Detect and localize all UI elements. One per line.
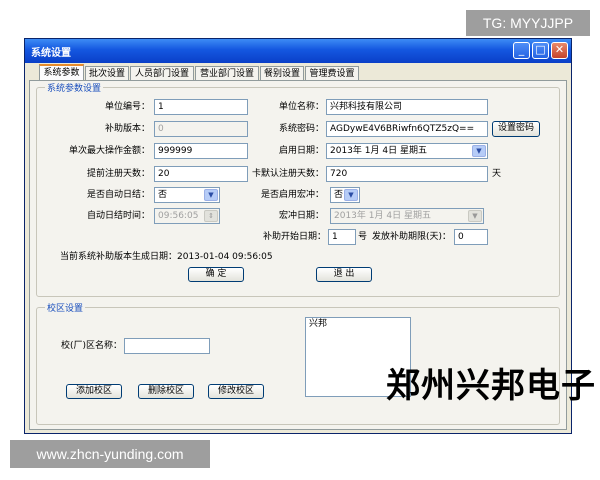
edit-campus-button[interactable]: 修改校区 bbox=[208, 384, 264, 399]
tab-staff-dept[interactable]: 人员部门设置 bbox=[130, 66, 194, 80]
card-days-unit: 天 bbox=[492, 169, 502, 179]
unit-name-label: 单位名称： bbox=[278, 102, 324, 112]
auto-close-value: 否 bbox=[158, 190, 168, 200]
close-button[interactable]: ✕ bbox=[551, 42, 568, 59]
url-overlay: www.zhcn-yunding.com bbox=[10, 440, 210, 468]
maximize-button[interactable]: □ bbox=[532, 42, 549, 59]
auto-close-time-value: 09:56:05 bbox=[158, 211, 199, 221]
system-password-input[interactable]: AGDywE4V6BRiwfn6QTZ5zQ== bbox=[326, 121, 488, 137]
macro-date-label: 宏冲日期： bbox=[278, 211, 324, 221]
auto-close-time-label: 自动日结时间： bbox=[86, 211, 150, 221]
macro-value: 否 bbox=[334, 190, 344, 200]
subsidy-start-unit: 号 bbox=[358, 232, 368, 242]
macro-label: 是否启用宏冲： bbox=[260, 190, 324, 200]
subsidy-start-label: 补助开始日期： bbox=[262, 232, 326, 242]
group-title: 校区设置 bbox=[45, 301, 86, 314]
card-days-label: 卡默认注册天数： bbox=[251, 169, 324, 179]
campus-name-input[interactable] bbox=[124, 338, 210, 354]
generation-date-text: 当前系统补助版本生成日期：2013-01-04 09:56:05 bbox=[60, 252, 273, 262]
window-title: 系统设置 bbox=[31, 48, 71, 59]
card-days-input[interactable]: 720 bbox=[326, 166, 488, 182]
enable-date-picker[interactable]: 2013年 1月 4日 星期五 ▼ bbox=[326, 143, 488, 159]
tab-management-fee[interactable]: 管理费设置 bbox=[305, 66, 359, 80]
subsidy-limit-input[interactable]: 0 bbox=[454, 229, 488, 245]
auto-close-time-input: 09:56:05 ⇕ bbox=[154, 208, 220, 224]
macro-date-picker: 2013年 1月 4日 星期五 ▼ bbox=[330, 208, 484, 224]
subsidy-version-input: 0 bbox=[154, 121, 248, 137]
watermark-text: 郑州兴邦电子 bbox=[386, 366, 596, 406]
unit-no-input[interactable]: 1 bbox=[154, 99, 248, 115]
register-days-label: 提前注册天数： bbox=[86, 169, 150, 179]
campus-name-label: 校(厂)区名称： bbox=[60, 341, 122, 351]
chevron-down-icon[interactable]: ▼ bbox=[344, 189, 358, 201]
title-bar: 系统设置 _ □ ✕ bbox=[25, 39, 571, 63]
enable-date-label: 启用日期： bbox=[278, 146, 324, 156]
max-amount-input[interactable]: 999999 bbox=[154, 143, 248, 159]
tab-business-dept[interactable]: 营业部门设置 bbox=[195, 66, 259, 80]
delete-campus-button[interactable]: 删除校区 bbox=[138, 384, 194, 399]
set-password-button[interactable]: 设置密码 bbox=[492, 121, 540, 137]
system-password-label: 系统密码： bbox=[278, 124, 324, 134]
tab-meal[interactable]: 餐别设置 bbox=[260, 66, 304, 80]
subsidy-limit-label: 发放补助期限(天)： bbox=[372, 232, 452, 242]
tab-batch[interactable]: 批次设置 bbox=[85, 66, 129, 80]
chevron-down-icon: ▼ bbox=[468, 210, 482, 222]
subsidy-start-input[interactable]: 1 bbox=[328, 229, 356, 245]
chevron-down-icon[interactable]: ▼ bbox=[472, 145, 486, 157]
ok-button[interactable]: 确 定 bbox=[188, 267, 244, 282]
minimize-button[interactable]: _ bbox=[513, 42, 530, 59]
add-campus-button[interactable]: 添加校区 bbox=[66, 384, 122, 399]
tg-overlay: TG: MYYJJPP bbox=[466, 10, 590, 36]
unit-name-input[interactable]: 兴邦科技有限公司 bbox=[326, 99, 488, 115]
group-title: 系统参数设置 bbox=[45, 81, 104, 94]
tab-system-params[interactable]: 系统参数 bbox=[39, 64, 84, 81]
max-amount-label: 单次最大操作金额： bbox=[68, 146, 150, 156]
enable-date-value: 2013年 1月 4日 星期五 bbox=[330, 146, 427, 156]
auto-close-select[interactable]: 否 ▼ bbox=[154, 187, 220, 203]
list-item[interactable]: 兴邦 bbox=[309, 318, 410, 331]
subsidy-version-label: 补助版本： bbox=[104, 124, 150, 134]
chevron-down-icon[interactable]: ▼ bbox=[204, 189, 218, 201]
unit-no-label: 单位编号： bbox=[104, 102, 150, 112]
spinner-icon: ⇕ bbox=[204, 210, 218, 222]
macro-date-value: 2013年 1月 4日 星期五 bbox=[334, 211, 431, 221]
auto-close-label: 是否自动日结： bbox=[86, 190, 150, 200]
exit-button[interactable]: 退 出 bbox=[316, 267, 372, 282]
macro-select[interactable]: 否 ▼ bbox=[330, 187, 360, 203]
